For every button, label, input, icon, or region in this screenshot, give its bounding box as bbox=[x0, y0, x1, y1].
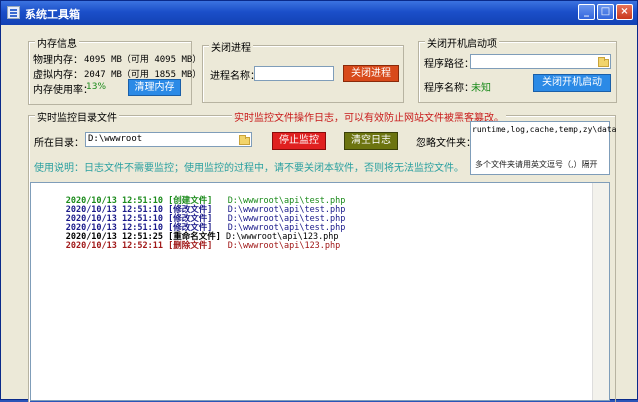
minimize-button[interactable]: _ bbox=[578, 4, 595, 20]
stop-monitor-button[interactable]: 停止监控 bbox=[272, 132, 326, 150]
clear-log-button[interactable]: 清空日志 bbox=[344, 132, 398, 150]
program-path-input[interactable] bbox=[470, 54, 611, 69]
monitor-legend: 实时监控目录文件 bbox=[35, 109, 119, 124]
log-time: 2020/10/13 12:52:11 bbox=[65, 241, 163, 251]
ignore-folders-textarea[interactable]: runtime,log,cache,temp,zy\data 多个文件夹请用英文… bbox=[470, 121, 617, 175]
ignore-folders-value: runtime,log,cache,temp,zy\data bbox=[472, 125, 617, 134]
close-process-button[interactable]: 关闭进程 bbox=[343, 65, 399, 82]
app-icon bbox=[7, 6, 20, 19]
disable-startup-button[interactable]: 关闭开机启动 bbox=[533, 74, 611, 92]
process-name-label: 进程名称： bbox=[210, 71, 260, 82]
log-panel[interactable]: 2020/10/13 12:51:10 [创建文件] D:\wwwroot\ap… bbox=[30, 182, 610, 401]
log-line: 2020/10/13 12:52:11 [删除文件] D:\wwwroot\ap… bbox=[35, 229, 341, 261]
maximize-button[interactable]: □ bbox=[597, 4, 614, 20]
log-action: [删除文件] bbox=[168, 241, 213, 251]
close-process-legend: 关闭进程 bbox=[209, 39, 253, 54]
directory-input[interactable]: D:\wwwroot bbox=[85, 132, 252, 147]
usage-note: 使用说明：日志文件不需要监控；使用监控的过程中，请不要关闭本软件，否则将无法监控… bbox=[34, 163, 464, 174]
program-name-label: 程序名称： bbox=[424, 83, 474, 94]
memory-usage-label: 内存使用率： bbox=[33, 85, 93, 96]
program-path-label: 程序路径： bbox=[424, 59, 474, 70]
directory-label: 所在目录： bbox=[34, 138, 84, 149]
log-path: D:\wwwroot\api\123.php bbox=[227, 241, 341, 251]
program-name-value: 未知 bbox=[471, 83, 491, 94]
folder-icon[interactable] bbox=[598, 57, 609, 67]
process-name-input[interactable] bbox=[254, 66, 334, 81]
title-bar[interactable]: 系统工具箱 _ □ × bbox=[1, 1, 637, 25]
startup-items-legend: 关闭开机启动项 bbox=[425, 35, 499, 50]
clean-memory-button[interactable]: 清理内存 bbox=[128, 79, 181, 96]
close-button[interactable]: × bbox=[616, 4, 633, 20]
virtual-memory-label: 虚拟内存： bbox=[33, 70, 83, 81]
log-scrollbar[interactable] bbox=[592, 183, 609, 400]
window-title: 系统工具箱 bbox=[25, 8, 80, 21]
app-window: 系统工具箱 _ □ × 内存信息 物理内存： 4095 MB（可用 4095 M… bbox=[0, 0, 638, 402]
folder-icon[interactable] bbox=[239, 135, 250, 145]
ignore-folders-hint: 多个文件夹请用英文逗号（,）隔开 bbox=[475, 160, 598, 169]
memory-usage-value: 13% bbox=[86, 82, 107, 92]
physical-memory-label: 物理内存： bbox=[33, 55, 83, 66]
monitor-log-title: 实时监控文件操作日志，可以有效防止网站文件被黑客篡改。 bbox=[232, 109, 506, 124]
memory-info-legend: 内存信息 bbox=[35, 35, 79, 50]
ignore-folders-label: 忽略文件夹： bbox=[416, 138, 476, 149]
physical-memory-value: 4095 MB（可用 4095 MB） bbox=[84, 55, 202, 65]
